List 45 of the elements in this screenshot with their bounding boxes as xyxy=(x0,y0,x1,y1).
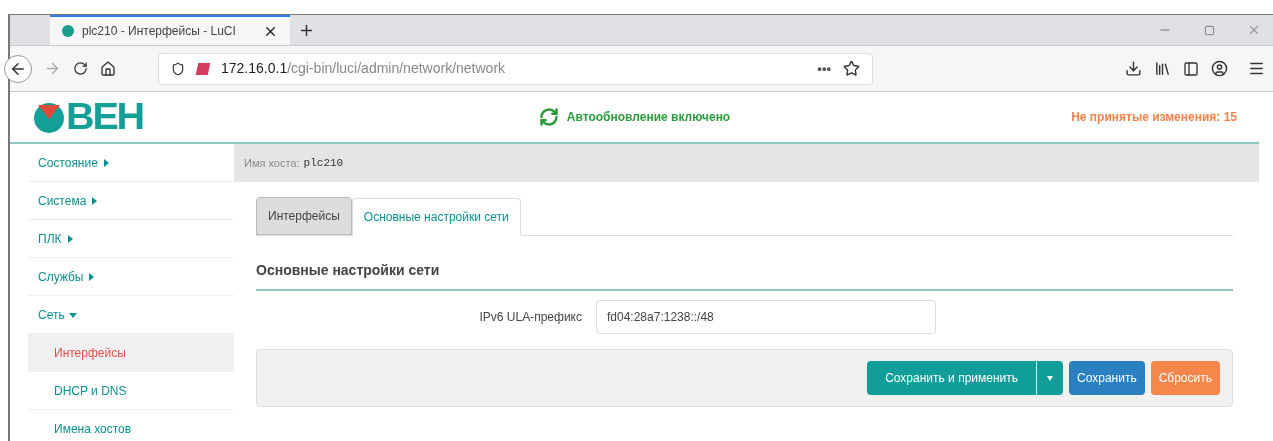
section-title: Основные настройки сети xyxy=(256,260,1233,291)
hostname-label: Имя хоста: xyxy=(244,155,300,171)
save-button[interactable]: Сохранить xyxy=(1069,361,1145,395)
hostname-value: plc210 xyxy=(303,155,344,171)
caret-icon xyxy=(90,196,99,205)
caret-icon xyxy=(65,234,74,243)
unsaved-changes-link[interactable]: Не принятые изменения: 15 xyxy=(1017,108,1237,126)
address-bar[interactable]: 172.16.0.1/cgi-bin/luci/admin/network/network ••• xyxy=(158,52,873,85)
field-label: IPv6 ULA-префикс xyxy=(478,309,583,326)
download-icon[interactable] xyxy=(1125,60,1142,77)
sidebar-subitem[interactable]: DHCP и DNS xyxy=(28,372,234,410)
sidebar-item[interactable]: Службы xyxy=(28,258,234,296)
tab-title: plc210 - Интерфейсы - LuCI xyxy=(82,23,237,40)
account-icon[interactable] xyxy=(1211,60,1228,77)
maximize-icon[interactable] xyxy=(1204,24,1215,36)
save-apply-button[interactable]: Сохранить и применить xyxy=(867,361,1036,395)
browser-tab[interactable]: plc210 - Интерфейсы - LuCI xyxy=(50,15,290,45)
back-button[interactable] xyxy=(4,54,32,83)
library-icon[interactable] xyxy=(1154,60,1171,77)
input-field[interactable]: fd04:28a7:1238::/48 xyxy=(596,300,936,334)
reset-button[interactable]: Сбросить xyxy=(1150,361,1220,395)
refresh-icon xyxy=(538,107,559,127)
autorefresh-status[interactable]: Автообновление включено xyxy=(566,108,731,126)
sidebar-icon[interactable] xyxy=(1183,60,1199,77)
caret-icon xyxy=(101,158,110,167)
url-text: 172.16.0.1/cgi-bin/luci/admin/network/network xyxy=(221,59,507,78)
home-icon[interactable] xyxy=(100,60,116,77)
logo-mark-icon xyxy=(32,101,66,133)
logo-text: ВЕН xyxy=(66,99,143,135)
menu-icon[interactable] xyxy=(1248,60,1265,77)
sidebar-subitem[interactable]: Интерфейсы xyxy=(28,334,234,372)
bookmark-star-icon[interactable] xyxy=(843,60,860,77)
sidebar-subitem[interactable]: Имена хостов xyxy=(28,410,234,441)
shield-icon xyxy=(171,61,185,76)
sidebar-item[interactable]: Система xyxy=(28,182,234,220)
more-actions-button[interactable]: ••• xyxy=(817,58,831,79)
caret-icon xyxy=(1047,375,1053,381)
tab[interactable]: Интерфейсы xyxy=(256,197,352,235)
dropdown-button[interactable] xyxy=(1036,361,1063,395)
caret-icon xyxy=(87,272,96,281)
caret-icon xyxy=(68,310,77,319)
reload-icon[interactable] xyxy=(73,61,88,76)
tab[interactable]: Основные настройки сети xyxy=(351,198,521,236)
site-favicon-icon xyxy=(62,25,74,37)
sidebar-item[interactable]: ПЛК xyxy=(28,220,234,258)
